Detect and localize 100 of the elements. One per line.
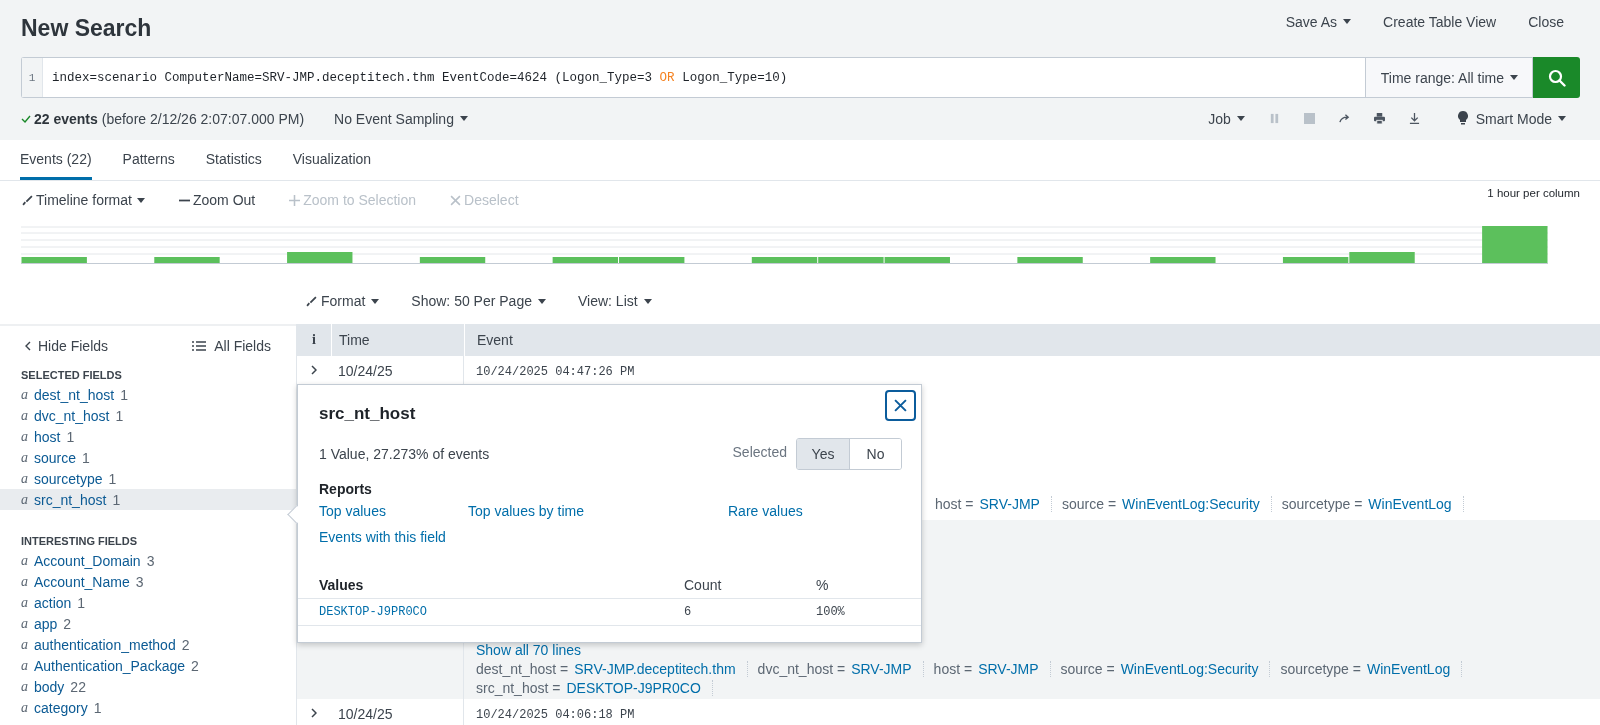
caret-icon — [1343, 19, 1352, 24]
report-link[interactable]: Events with this field — [319, 529, 468, 545]
search-icon — [1547, 68, 1566, 87]
expand-chevron-icon[interactable] — [311, 708, 317, 718]
field-value-link[interactable]: WinEventLog — [1368, 496, 1452, 512]
field-key: sourcetype = — [1281, 496, 1363, 512]
timeline-toolbar-button[interactable]: Zoom Out — [178, 192, 256, 208]
tab[interactable]: Statistics — [205, 140, 262, 180]
caret-icon — [643, 298, 652, 304]
plus-icon — [289, 194, 301, 206]
selected-toggle-option[interactable]: Yes — [797, 439, 849, 469]
x-icon — [450, 194, 462, 206]
selected-label: Selected — [732, 444, 787, 460]
field-value-link[interactable]: SRV-JMP — [978, 661, 1039, 677]
expand-chevron-icon[interactable] — [311, 365, 317, 375]
search-mode-dropdown[interactable]: Smart Mode — [1457, 110, 1566, 127]
header-action[interactable]: Close — [1528, 13, 1564, 30]
timeline-toolbar-button[interactable]: Timeline format — [22, 192, 145, 208]
field-item[interactable]: a authentication_method 2 — [0, 634, 296, 655]
field-item[interactable]: a category 1 — [0, 697, 296, 718]
sampling-dropdown[interactable]: No Event Sampling — [334, 110, 468, 127]
field-item[interactable]: a action 1 — [0, 592, 296, 613]
download-icon[interactable] — [1408, 113, 1420, 124]
value-link[interactable]: DESKTOP-J9PR0CO — [319, 605, 684, 619]
field-key: dvc_nt_host = — [757, 661, 846, 677]
tab[interactable]: Patterns — [122, 140, 175, 180]
field-key: dest_nt_host = — [476, 661, 569, 677]
close-icon — [894, 399, 907, 412]
field-item[interactable]: a body 22 — [0, 676, 296, 697]
results-toolbar-button[interactable]: Show: 50 Per Page — [411, 293, 546, 309]
section-heading: INTERESTING FIELDS — [20, 534, 139, 549]
column-header: Count — [684, 577, 723, 593]
event-count: 22 events (before 2/12/26 2:07:07.000 PM) — [34, 110, 305, 127]
selected-toggle-option[interactable]: No — [849, 439, 901, 469]
results-toolbar-button[interactable]: View: List — [578, 293, 652, 309]
field-item[interactable]: a sourcetype 1 — [0, 468, 296, 489]
field-item[interactable]: a host 1 — [0, 426, 296, 447]
caret-icon — [1558, 116, 1566, 121]
time-range-picker[interactable]: Time range: All time — [1364, 57, 1533, 98]
value-summary: 1 Value, 27.273% of events — [319, 446, 490, 462]
field-value-link[interactable]: SRV-JMP.deceptitech.thm — [574, 661, 736, 677]
event-time: 10/24/25 — [338, 706, 393, 722]
results-toolbar-button[interactable]: Format — [306, 293, 380, 309]
field-item[interactable]: a dest_nt_host 1 — [0, 384, 296, 405]
field-value-link[interactable]: WinEventLog:Security — [1122, 496, 1260, 512]
share-arrow-icon[interactable] — [1338, 113, 1350, 124]
hide-fields-button[interactable]: Hide Fields — [25, 338, 109, 354]
caret-icon — [1236, 116, 1245, 121]
tab[interactable]: Visualization — [292, 140, 372, 180]
field-value-link[interactable]: WinEventLog:Security — [1120, 661, 1259, 677]
close-button[interactable] — [885, 390, 916, 421]
field-key: host = — [933, 661, 973, 677]
field-item[interactable]: a dvc_nt_host 1 — [0, 405, 296, 426]
field-value-link[interactable]: SRV-JMP — [851, 661, 912, 677]
timeline-scale: 1 hour per column — [1487, 187, 1580, 199]
section-heading: SELECTED FIELDS — [20, 368, 123, 383]
field-key: source = — [1060, 661, 1115, 677]
event-raw-text: 10/24/2025 04:06:18 PM — [476, 707, 636, 722]
report-link[interactable]: Top values — [319, 503, 468, 519]
caret-icon — [371, 298, 380, 304]
search-field[interactable]: 1 index=scenario ComputerName=SRV-JMP.deceptitech.thm EventCode=4624 (Logon_Type=3 OR Logon_Type=10) — [21, 57, 1365, 98]
caret-icon — [538, 298, 546, 304]
field-key: host = — [935, 496, 974, 512]
field-item[interactable]: a Account_Domain 3 — [0, 550, 296, 571]
search-query: index=scenario ComputerName=SRV-JMP.deceptitech.thm EventCode=4624 (Logon_Type=3 OR Logon_Type=10) — [51, 70, 788, 85]
lightbulb-icon — [1457, 111, 1468, 126]
field-item[interactable]: a app 2 — [0, 613, 296, 634]
header-action[interactable]: Save As — [1285, 13, 1352, 30]
caret-icon — [1510, 75, 1518, 80]
show-all-lines-link[interactable]: Show all 70 lines — [476, 642, 582, 658]
job-menu[interactable]: Job — [1208, 110, 1245, 127]
search-button[interactable] — [1533, 57, 1580, 98]
field-value-link[interactable]: SRV-JMP — [979, 496, 1040, 512]
field-item[interactable]: a Account_Name 3 — [0, 571, 296, 592]
event-raw-text: 10/24/2025 04:47:26 PM — [476, 364, 636, 379]
field-item[interactable]: a source 1 — [0, 447, 296, 468]
column-header: % — [816, 577, 830, 593]
brush-icon — [22, 194, 33, 206]
line-number: 1 — [22, 58, 43, 97]
column-header: Time — [332, 324, 465, 356]
field-value-link[interactable]: WinEventLog — [1366, 661, 1451, 677]
tab[interactable]: Events (22) — [20, 140, 92, 180]
check-icon — [21, 114, 31, 123]
header-action[interactable]: Create Table View — [1383, 13, 1497, 30]
value-percent: 100% — [816, 605, 846, 619]
field-item[interactable]: a Authentication_Package 2 — [0, 655, 296, 676]
column-header: i — [297, 324, 332, 356]
report-link[interactable]: Top values by time — [468, 503, 728, 519]
chevron-left-icon — [25, 341, 31, 351]
popover-title: src_nt_host — [319, 404, 416, 424]
value-count: 6 — [684, 605, 693, 619]
all-fields-button[interactable]: All Fields — [192, 338, 271, 354]
caret-icon — [459, 116, 468, 121]
field-item[interactable]: a src_nt_host 1 — [0, 489, 296, 510]
field-key: source = — [1061, 496, 1117, 512]
field-key: src_nt_host = — [476, 680, 561, 696]
report-link[interactable]: Rare values — [728, 503, 921, 519]
event-time: 10/24/25 — [338, 363, 393, 379]
field-value-link[interactable]: DESKTOP-J9PR0CO — [566, 680, 701, 696]
printer-icon[interactable] — [1373, 113, 1385, 124]
